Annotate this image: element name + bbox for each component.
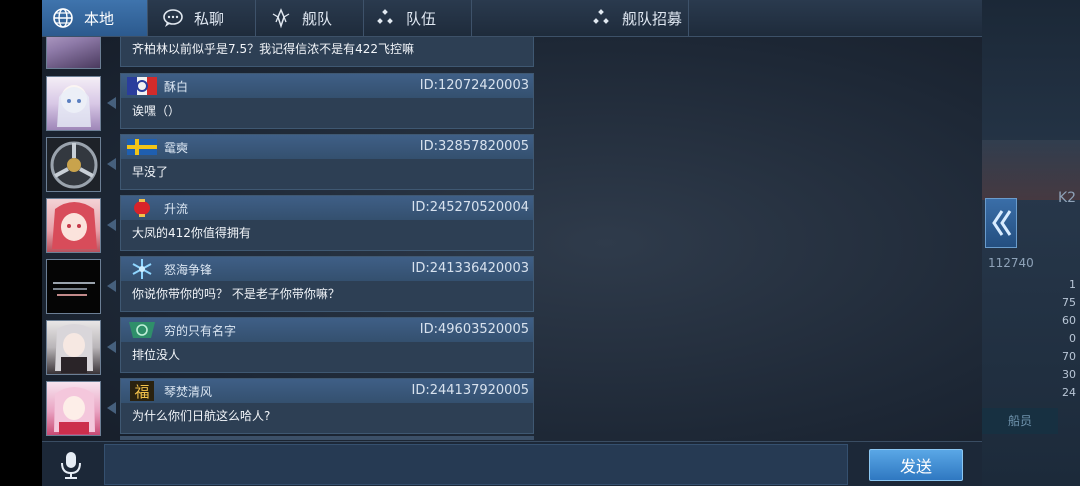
list-item: 穷的只有名字 ID:49603520005 排位没人 — [42, 317, 534, 378]
avatar[interactable] — [46, 259, 101, 314]
stat-value: 0 — [1069, 332, 1076, 345]
message-header: 穷的只有名字 ID:49603520005 — [121, 318, 533, 342]
avatar[interactable] — [46, 76, 101, 131]
svg-text:福: 福 — [134, 383, 149, 401]
message-bubble: 福 琴焚清风 ID:244137920005 为什么你们日航这么哈人? — [120, 378, 534, 434]
stat-value: 75 — [1062, 296, 1076, 309]
message-header: 鼋奭 ID:32857820005 — [121, 135, 533, 159]
microphone-icon — [61, 452, 81, 479]
ship-class-label: K2 — [1058, 190, 1077, 206]
tab-fleet[interactable]: 舰队 — [256, 0, 364, 36]
message-text: 齐柏林以前似乎是7.5？我记得信浓不是有422飞控嘛 — [132, 42, 414, 56]
sender-name[interactable]: 琴焚清风 — [164, 383, 212, 400]
sender-name[interactable]: 怒海争锋 — [164, 261, 212, 278]
sender-id: ID:245270520004 — [411, 200, 529, 215]
france-flag-icon — [127, 75, 157, 97]
sweden-flag-icon — [127, 136, 157, 158]
bubble-pointer — [107, 97, 116, 109]
sender-id: ID:241336420003 — [411, 261, 529, 276]
message-header: 福 琴焚清风 ID:244137920005 — [121, 379, 533, 403]
list-end-divider — [120, 436, 534, 440]
message-bubble: 怒海争锋 ID:241336420003 你说你带你的吗？ 不是老子你带你嘛？ — [120, 256, 534, 312]
message-text: 排位没人 — [132, 348, 181, 362]
tab-private[interactable]: 私聊 — [148, 0, 256, 36]
message-bubble: 齐柏林以前似乎是7.5？我记得信浓不是有422飞控嘛 — [120, 37, 534, 67]
chat-window: 本地 私聊 舰队 队伍 舰队招募 齐柏林以前似乎是7.5？我记得信浓不是有422… — [42, 0, 982, 486]
chat-tab-bar: 本地 私聊 舰队 队伍 舰队招募 — [42, 0, 982, 37]
sender-name[interactable]: 升流 — [164, 200, 188, 217]
stat-value: 24 — [1062, 386, 1076, 399]
avatar[interactable] — [46, 37, 101, 69]
power-value: 112740 — [988, 256, 1034, 270]
collapse-chat-button[interactable] — [985, 198, 1017, 248]
list-item: 酥白 ID:12072420003 诶嘿（） — [42, 73, 534, 134]
tab-label: 私聊 — [194, 9, 225, 28]
message-text: 为什么你们日航这么哈人? — [132, 409, 271, 423]
chat-input-bar: 发送 — [42, 441, 982, 486]
snowflake-icon — [127, 258, 157, 280]
tab-label: 舰队 — [302, 9, 333, 28]
avatar[interactable] — [46, 381, 101, 436]
tab-label: 舰队招募 — [622, 9, 683, 28]
avatar[interactable] — [46, 320, 101, 375]
message-header: 酥白 ID:12072420003 — [121, 74, 533, 98]
list-item: 鼋奭 ID:32857820005 早没了 — [42, 134, 534, 195]
stat-value: 30 — [1062, 368, 1076, 381]
list-item: 怒海争锋 ID:241336420003 你说你带你的吗？ 不是老子你带你嘛？ — [42, 256, 534, 317]
stat-value: 60 — [1062, 314, 1076, 327]
globe-icon — [52, 7, 74, 29]
tab-team[interactable]: 队伍 — [364, 0, 472, 36]
chat-bubble-icon — [162, 7, 184, 29]
message-bubble: 升流 ID:245270520004 大凤的412你值得拥有 — [120, 195, 534, 251]
stat-value: 1 — [1069, 278, 1076, 291]
avatar[interactable] — [46, 198, 101, 253]
list-item: 福 琴焚清风 ID:244137920005 为什么你们日航这么哈人? — [42, 378, 534, 439]
message-text: 大凤的412你值得拥有 — [132, 226, 251, 240]
double-chevron-left-icon — [992, 210, 1012, 236]
recruit-dots-icon — [590, 7, 612, 29]
bubble-pointer — [107, 402, 116, 414]
message-text: 诶嘿（） — [132, 104, 181, 118]
tab-local[interactable]: 本地 — [42, 0, 148, 36]
sender-id: ID:244137920005 — [411, 383, 529, 398]
list-item: 齐柏林以前似乎是7.5？我记得信浓不是有422飞控嘛 — [42, 37, 534, 73]
tab-label: 队伍 — [406, 9, 437, 28]
team-dots-icon — [374, 7, 396, 29]
message-bubble: 穷的只有名字 ID:49603520005 排位没人 — [120, 317, 534, 373]
message-text: 早没了 — [132, 165, 169, 179]
sender-name[interactable]: 酥白 — [164, 78, 188, 95]
sender-name[interactable]: 穷的只有名字 — [164, 322, 236, 339]
bubble-pointer — [107, 341, 116, 353]
sender-name[interactable]: 鼋奭 — [164, 139, 188, 156]
sender-id: ID:49603520005 — [419, 322, 529, 337]
message-header: 怒海争锋 ID:241336420003 — [121, 257, 533, 281]
message-text: 你说你带你的吗？ 不是老子你带你嘛？ — [132, 287, 340, 301]
tab-label: 本地 — [84, 9, 115, 28]
tab-fleet-recruit[interactable]: 舰队招募 — [472, 0, 689, 36]
bubble-pointer — [107, 158, 116, 170]
list-item: 升流 ID:245270520004 大凤的412你值得拥有 — [42, 195, 534, 256]
stat-value: 70 — [1062, 350, 1076, 363]
chat-input[interactable] — [104, 444, 848, 485]
green-emblem-icon — [127, 319, 157, 341]
sender-id: ID:12072420003 — [419, 78, 529, 93]
message-bubble: 酥白 ID:12072420003 诶嘿（） — [120, 73, 534, 129]
sender-id: ID:32857820005 — [419, 139, 529, 154]
bubble-pointer — [107, 219, 116, 231]
message-bubble: 鼋奭 ID:32857820005 早没了 — [120, 134, 534, 190]
fu-character-icon: 福 — [127, 380, 157, 402]
message-list[interactable]: 齐柏林以前似乎是7.5？我记得信浓不是有422飞控嘛 酥白 ID:1207242… — [42, 37, 534, 440]
crew-button[interactable]: 船员 — [982, 408, 1058, 434]
lantern-icon — [127, 197, 157, 219]
message-header: 升流 ID:245270520004 — [121, 196, 533, 220]
avatar[interactable] — [46, 137, 101, 192]
send-button[interactable]: 发送 — [869, 449, 963, 481]
voice-input-button[interactable] — [54, 448, 88, 482]
fleet-emblem-icon — [270, 7, 292, 29]
bubble-pointer — [107, 280, 116, 292]
